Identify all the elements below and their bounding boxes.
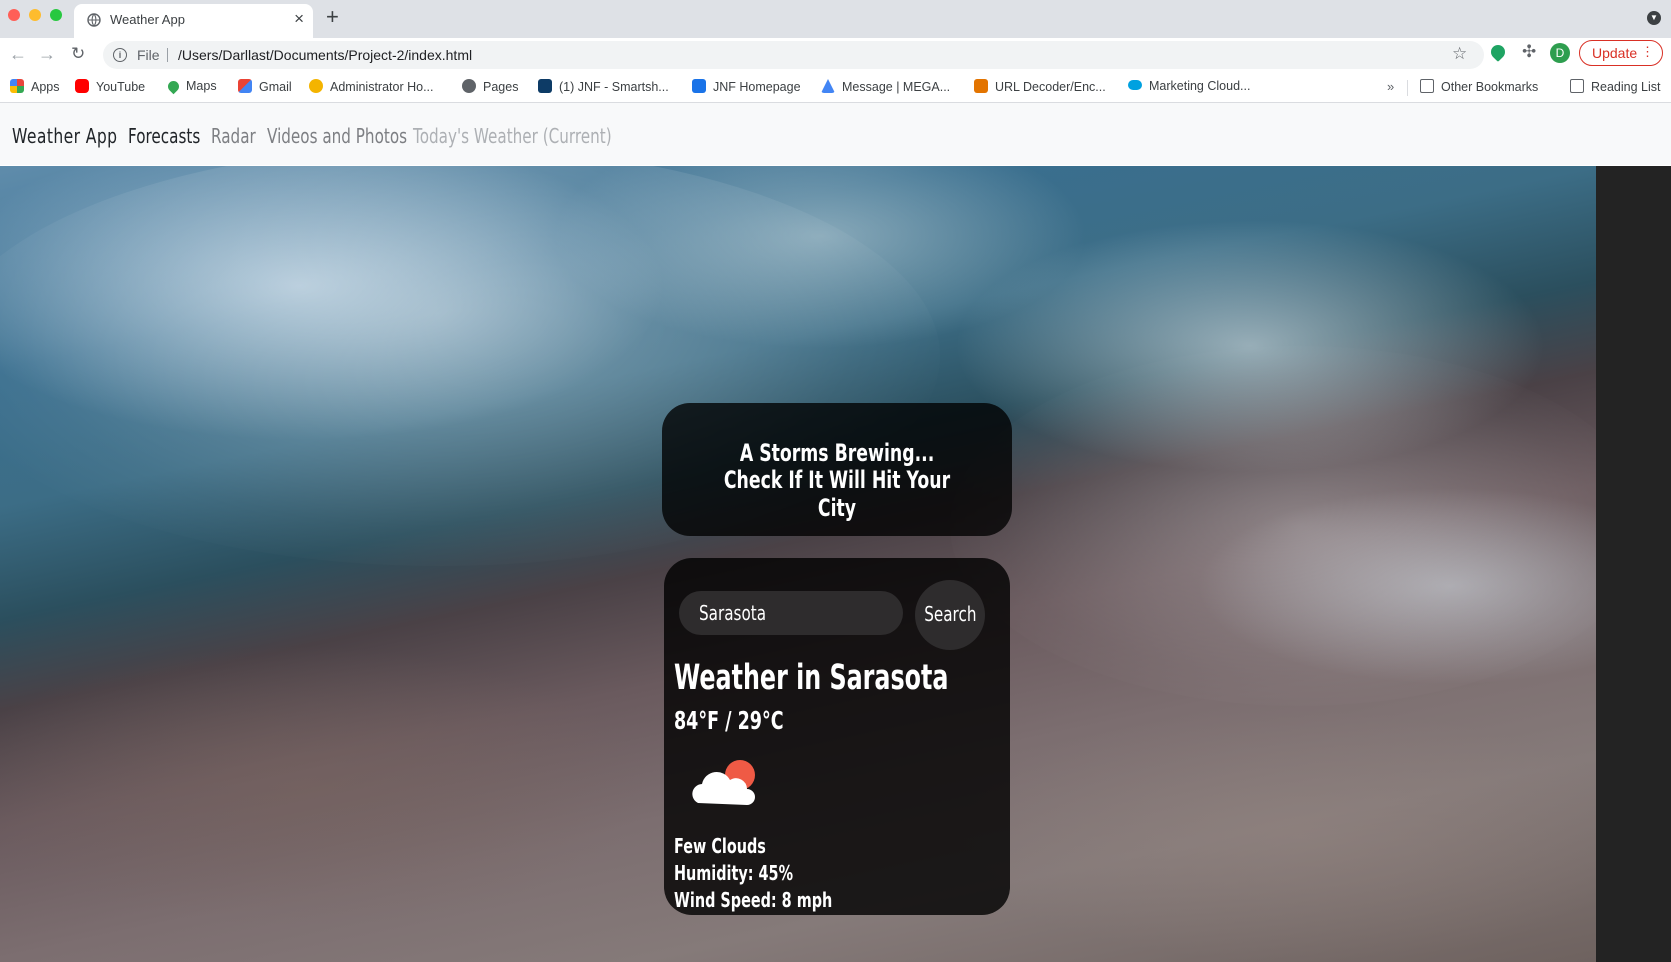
bookmark-pages[interactable]: Pages	[462, 79, 518, 94]
bookmark-maps[interactable]: Maps	[165, 78, 217, 95]
hero-background-ocean-image: A Storms Brewing... Check If It Will Hit…	[0, 166, 1596, 962]
folder-icon	[1420, 79, 1434, 93]
web-page: Weather App Forecasts Radar Videos and P…	[0, 103, 1671, 962]
search-input-value: Sarasota	[699, 601, 767, 625]
bookmark-label: Marketing Cloud...	[1149, 79, 1251, 93]
search-button-label: Search	[923, 602, 977, 626]
browser-tab-strip: Weather App × + ▼	[0, 0, 1671, 38]
site-brand[interactable]: Weather App	[12, 124, 117, 148]
bookmark-label: Other Bookmarks	[1441, 80, 1539, 94]
nav-link-todays-weather[interactable]: Today's Weather (Current)	[413, 124, 612, 148]
url-text[interactable]: /Users/Darllast/Documents/Project-2/inde…	[178, 47, 472, 63]
bookmark-other[interactable]: Other Bookmarks	[1420, 79, 1538, 94]
banner-headline: A Storms Brewing...	[739, 439, 935, 467]
bookmark-label: Maps	[186, 79, 217, 93]
bookmark-label: YouTube	[96, 80, 146, 94]
close-icon[interactable]: ×	[294, 9, 304, 29]
bookmark-apps[interactable]: Apps	[10, 79, 60, 94]
bookmark-administrator[interactable]: Administrator Ho...	[309, 79, 434, 94]
forward-arrow-icon[interactable]: →	[38, 44, 56, 65]
smartsheet-icon	[538, 79, 552, 93]
weather-card: Sarasota Search Weather in Sarasota 84°F…	[664, 558, 1010, 915]
search-button[interactable]: Search	[915, 580, 985, 650]
bookmark-mega[interactable]: Message | MEGA...	[821, 79, 950, 94]
bookmarks-divider	[1407, 80, 1408, 96]
bookmark-marketing-cloud[interactable]: Marketing Cloud...	[1128, 79, 1250, 93]
window-minimize-button[interactable]	[29, 9, 41, 21]
weather-title: Weather in Sarasota	[674, 658, 949, 698]
maps-pin-icon	[165, 78, 182, 95]
bookmark-star-icon[interactable]: ☆	[1452, 44, 1467, 64]
update-button[interactable]: Update ⋮	[1579, 40, 1663, 66]
reading-list-button[interactable]: Reading List	[1570, 79, 1661, 94]
salesforce-cloud-icon	[1128, 80, 1142, 90]
bookmark-label: Administrator Ho...	[330, 80, 434, 94]
bookmark-label: Reading List	[1591, 80, 1661, 94]
weather-humidity: Humidity: 45%	[674, 861, 794, 885]
bookmark-gmail[interactable]: Gmail	[238, 79, 292, 94]
update-label: Update	[1592, 45, 1638, 61]
city-search-input[interactable]: Sarasota	[679, 591, 903, 635]
bookmarks-overflow-icon[interactable]: »	[1387, 79, 1394, 94]
site-navbar: Weather App Forecasts Radar Videos and P…	[0, 103, 1671, 165]
globe-icon	[462, 79, 476, 93]
bookmark-label: Gmail	[259, 80, 292, 94]
kebab-menu-icon: ⋮	[1641, 44, 1654, 59]
bookmark-label: JNF Homepage	[713, 80, 801, 94]
bookmarks-bar: Apps YouTube Maps Gmail Administrator Ho…	[0, 72, 1671, 103]
admin-icon	[309, 79, 323, 93]
storm-banner-card: A Storms Brewing... Check If It Will Hit…	[662, 403, 1012, 536]
bookmark-url-decoder[interactable]: URL Decoder/Enc...	[974, 79, 1106, 94]
weather-wind-speed: Wind Speed: 8 mph	[674, 888, 833, 912]
jnf-icon	[692, 79, 706, 93]
window-close-button[interactable]	[8, 9, 20, 21]
browser-tab[interactable]: Weather App ×	[74, 4, 313, 38]
weather-description: Few Clouds	[674, 834, 766, 858]
extensions-puzzle-icon[interactable]: ✣	[1522, 42, 1536, 62]
reload-icon[interactable]: ↻	[71, 44, 85, 64]
banner-subheadline: Check If It Will Hit Your City	[723, 466, 951, 522]
nav-link-forecasts[interactable]: Forecasts	[128, 124, 200, 148]
gmail-icon	[238, 79, 252, 93]
profile-avatar[interactable]: D	[1550, 43, 1570, 63]
bookmark-jnf-homepage[interactable]: JNF Homepage	[692, 79, 801, 94]
page-right-gutter	[1596, 166, 1671, 962]
window-maximize-button[interactable]	[50, 9, 62, 21]
tab-title: Weather App	[110, 12, 185, 27]
weather-temperature: 84°F / 29°C	[674, 706, 784, 735]
chevron-down-icon[interactable]: ▼	[1647, 11, 1661, 25]
mega-icon	[821, 79, 835, 93]
bookmark-label: (1) JNF - Smartsh...	[559, 80, 669, 94]
bookmark-label: Message | MEGA...	[842, 80, 951, 94]
youtube-icon	[75, 79, 89, 93]
globe-icon	[87, 13, 101, 27]
nav-link-videos-and-photos[interactable]: Videos and Photos	[267, 124, 407, 148]
url-decoder-icon	[974, 79, 988, 93]
bookmark-label: Apps	[31, 80, 60, 94]
few-clouds-sun-icon	[692, 760, 755, 805]
address-bar[interactable]: i File /Users/Darllast/Documents/Project…	[103, 41, 1484, 69]
new-tab-button[interactable]: +	[326, 4, 339, 30]
apps-grid-icon	[10, 79, 24, 93]
bookmark-label: URL Decoder/Enc...	[995, 80, 1106, 94]
info-icon[interactable]: i	[113, 48, 127, 62]
bookmark-jnf-smartsheet[interactable]: (1) JNF - Smartsh...	[538, 79, 669, 94]
url-scheme: File	[137, 47, 160, 63]
bookmark-label: Pages	[483, 80, 519, 94]
address-separator	[167, 48, 168, 62]
bookmark-youtube[interactable]: YouTube	[75, 79, 145, 94]
back-arrow-icon[interactable]: ←	[9, 44, 27, 65]
browser-toolbar: ← → ↻ i File /Users/Darllast/Documents/P…	[0, 38, 1671, 72]
reading-list-icon	[1570, 79, 1584, 93]
nav-link-radar[interactable]: Radar	[211, 124, 256, 148]
